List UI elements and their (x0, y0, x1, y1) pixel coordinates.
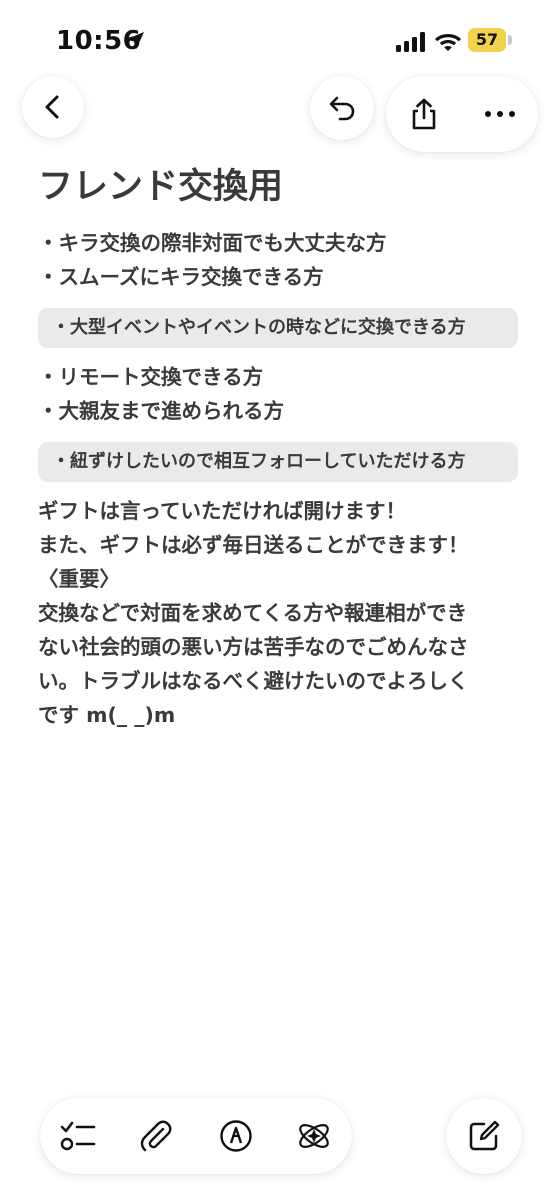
block-quote: ・紐ずけしたいので相互フォローしていただける方 (38, 442, 518, 482)
share-button[interactable] (386, 76, 462, 152)
notes-screen: 10:56 57 フレンド交換用 ・キラ交換の際非対面でも大丈夫な方 ・スムーズ… (0, 0, 554, 1200)
share-icon (412, 98, 436, 130)
battery-indicator: 57 (468, 28, 506, 52)
writing-tools-icon (299, 1124, 329, 1148)
note-title: フレンド交換用 (38, 167, 284, 207)
undo-button[interactable] (310, 76, 374, 140)
wifi-icon (435, 34, 461, 51)
list-item: ・キラ交換の際非対面でも大丈夫な方 (38, 231, 387, 255)
battery-tip (508, 35, 512, 45)
markup-icon (220, 1120, 252, 1152)
paragraph-line: 交換などで対面を求めてくる方や報連相ができ (38, 601, 468, 625)
attachment-icon (140, 1120, 172, 1152)
block-quote: ・大型イベントやイベントの時などに交換できる方 (38, 308, 518, 348)
back-button[interactable] (22, 76, 84, 138)
markup-button[interactable] (198, 1098, 274, 1174)
attachment-button[interactable] (118, 1098, 194, 1174)
location-arrow-icon (126, 32, 144, 50)
compose-icon (469, 1120, 500, 1151)
paragraph-line: です m(_ _)m (38, 703, 176, 727)
list-item: ・スムーズにキラ交換できる方 (38, 265, 324, 289)
status-bar: 10:56 57 (0, 0, 554, 80)
list-item: ・大親友まで進められる方 (38, 399, 284, 423)
more-button[interactable] (462, 76, 538, 152)
cellular-signal-icon (396, 32, 425, 52)
bottom-toolbar-pill (40, 1098, 352, 1174)
chevron-left-icon (45, 95, 59, 119)
note-body[interactable]: フレンド交換用 ・キラ交換の際非対面でも大丈夫な方 ・スムーズにキラ交換できる方… (38, 162, 518, 732)
paragraph-line: ない社会的頭の悪い方は苦手なのでごめんなさ (38, 635, 469, 659)
paragraph-line: い。トラブルはなるべく避けたいのでよろしく (38, 669, 469, 693)
top-actions-pill (386, 76, 538, 152)
paragraph-line: 〈重要〉 (38, 567, 120, 591)
undo-icon (329, 96, 355, 121)
list-item: ・リモート交換できる方 (38, 365, 264, 389)
checklist-icon (60, 1121, 96, 1151)
paragraph-line: ギフトは言っていただければ開けます！ (38, 499, 406, 523)
writing-tools-button[interactable] (276, 1098, 352, 1174)
checklist-button[interactable] (40, 1098, 116, 1174)
compose-button[interactable] (446, 1098, 522, 1174)
more-icon (485, 111, 515, 117)
paragraph-line: また、ギフトは必ず毎日送ることができます！ (38, 533, 469, 557)
